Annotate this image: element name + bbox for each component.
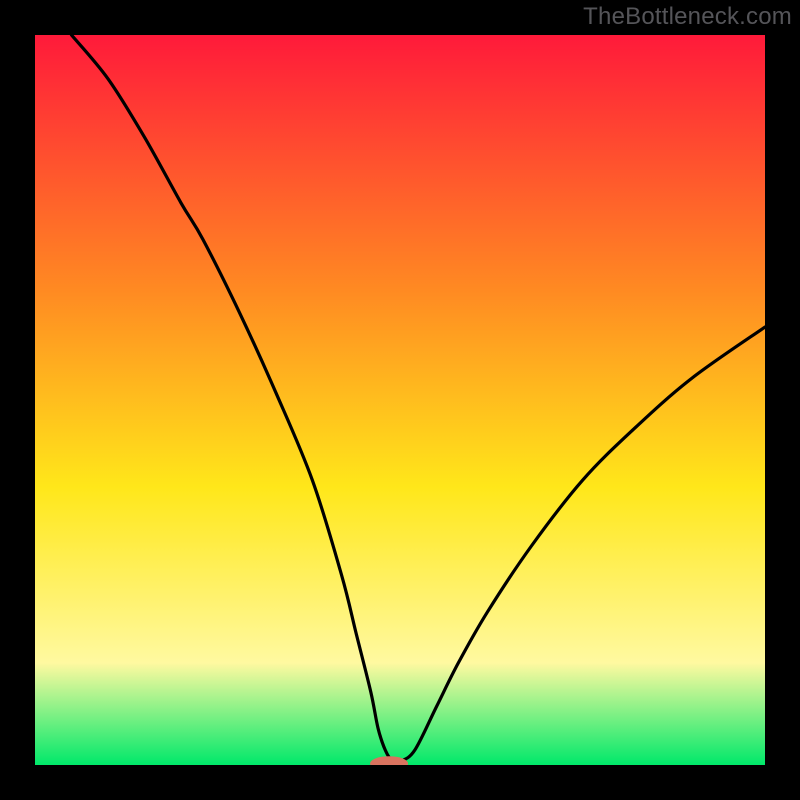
plot-area — [35, 35, 765, 765]
gradient-background — [35, 35, 765, 765]
chart-container: { "watermark": "TheBottleneck.com", "col… — [0, 0, 800, 800]
watermark-text: TheBottleneck.com — [583, 3, 792, 31]
bottleneck-chart — [35, 35, 765, 765]
